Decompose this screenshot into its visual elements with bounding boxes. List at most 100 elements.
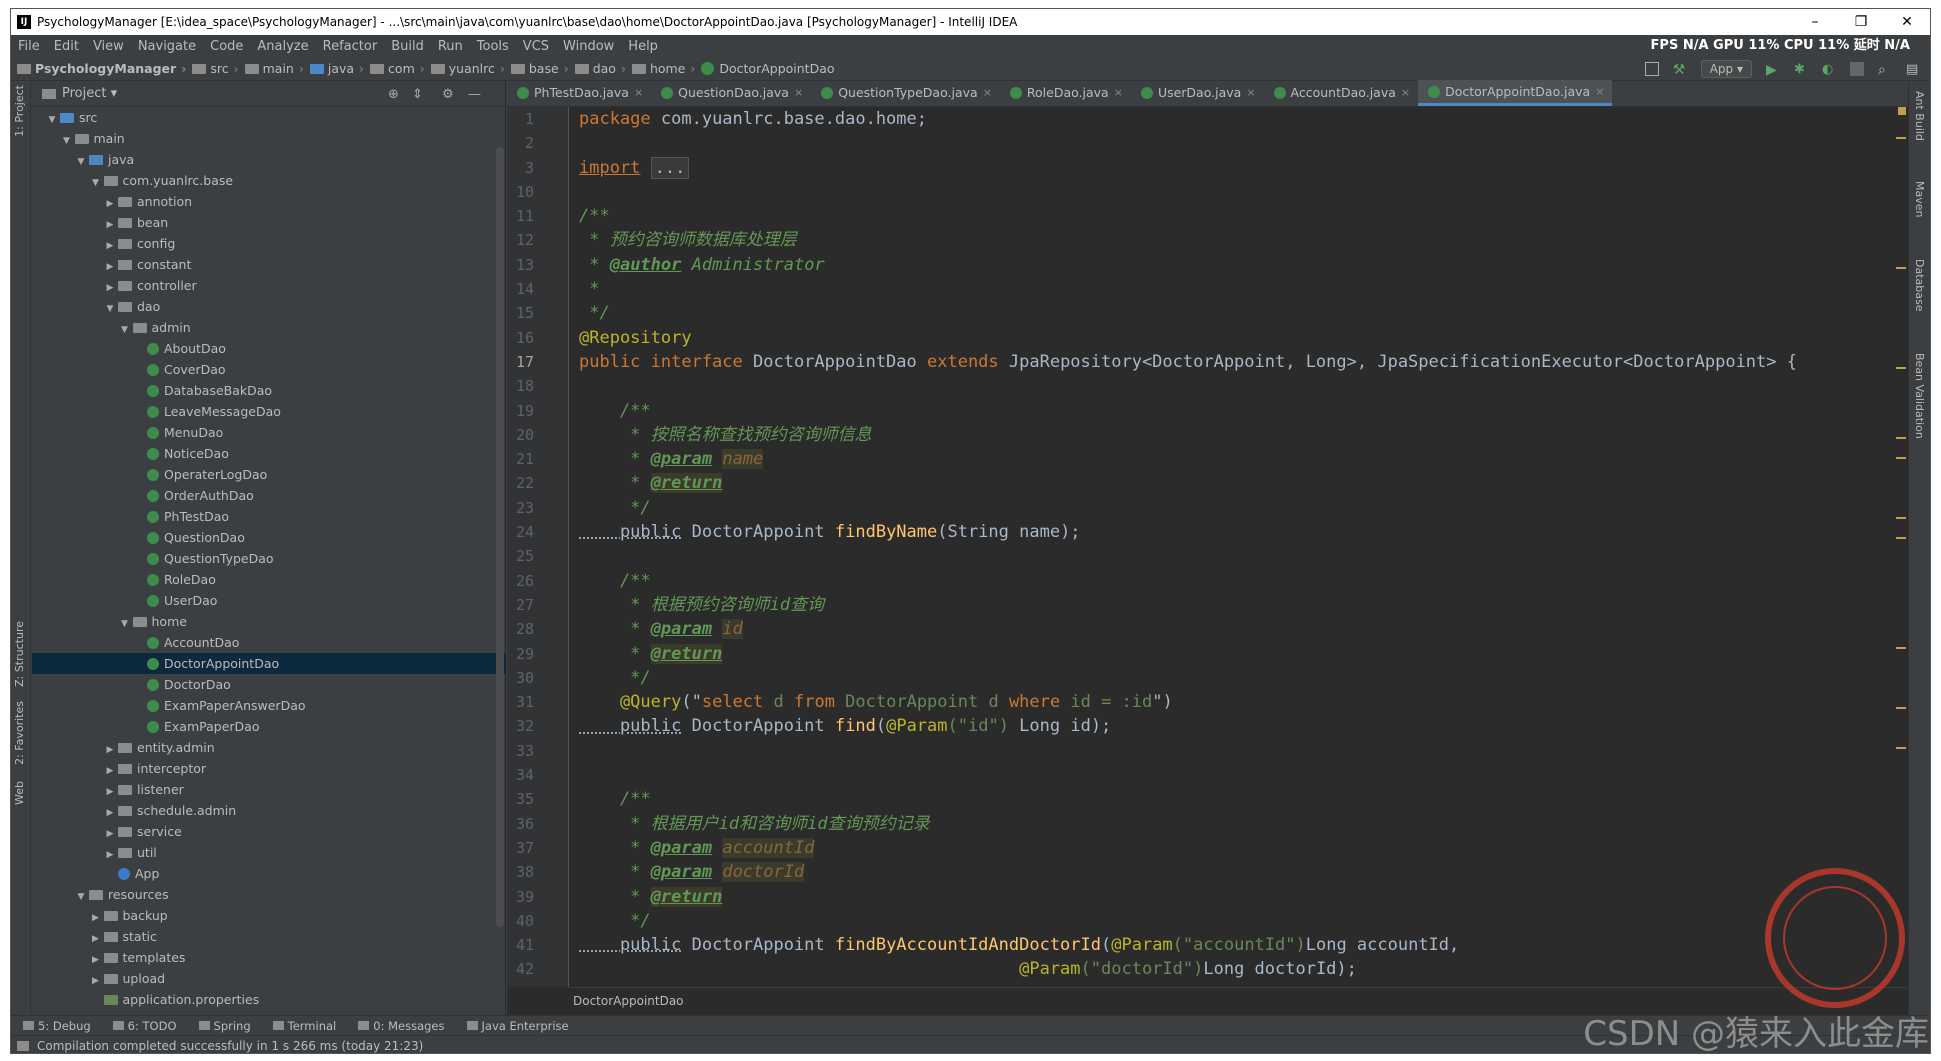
gear-icon[interactable]: ⚙ bbox=[442, 87, 454, 102]
tree-item[interactable]: ▶ entity.admin bbox=[32, 737, 506, 758]
crumb-yuanlrc[interactable]: yuanlrc › bbox=[428, 61, 508, 76]
editor-tab[interactable]: UserDao.java × bbox=[1131, 80, 1264, 106]
tool-window-button[interactable]: Spring bbox=[187, 1019, 261, 1033]
locate-icon[interactable]: ⊕ bbox=[388, 87, 399, 102]
stop-icon[interactable] bbox=[1850, 62, 1864, 76]
tree-item[interactable]: ▶ listener bbox=[32, 779, 506, 800]
tool-window-button[interactable]: 5: Debug bbox=[11, 1019, 101, 1033]
menu-refactor[interactable]: Refactor bbox=[316, 39, 385, 54]
tree-item[interactable]: App bbox=[32, 863, 506, 884]
tree-item[interactable]: ▼ java bbox=[32, 149, 506, 170]
run-config-select[interactable]: App ▾ bbox=[1700, 60, 1752, 78]
close-tab-icon[interactable]: × bbox=[1595, 79, 1604, 105]
collapse-icon[interactable]: ⇕ bbox=[412, 87, 423, 102]
tab-favorites[interactable]: 2: Favorites bbox=[13, 701, 26, 765]
crumb-file[interactable]: DoctorAppointDao bbox=[698, 61, 837, 76]
project-structure-icon[interactable] bbox=[1644, 62, 1659, 76]
menu-help[interactable]: Help bbox=[621, 39, 665, 54]
crumb-main[interactable]: main › bbox=[242, 61, 307, 76]
tree-item[interactable]: ▶ util bbox=[32, 842, 506, 863]
menu-vcs[interactable]: VCS bbox=[516, 39, 556, 54]
tree-item[interactable]: QuestionDao bbox=[32, 527, 506, 548]
tab-database[interactable]: Database bbox=[1913, 259, 1926, 312]
tab-structure[interactable]: Z: Structure bbox=[13, 621, 26, 687]
search-icon[interactable]: ⌕ bbox=[1878, 62, 1892, 78]
menu-edit[interactable]: Edit bbox=[47, 39, 86, 54]
tab-ant-build[interactable]: Ant Build bbox=[1913, 91, 1926, 141]
tree-item[interactable]: DoctorDao bbox=[32, 674, 506, 695]
close-button[interactable]: ✕ bbox=[1884, 9, 1930, 35]
editor-tab[interactable]: AccountDao.java × bbox=[1264, 80, 1419, 106]
tool-window-button[interactable]: Java Enterprise bbox=[455, 1019, 579, 1033]
tree-item[interactable]: OperaterLogDao bbox=[32, 464, 506, 485]
crumb-java[interactable]: java › bbox=[307, 61, 367, 76]
menu-run[interactable]: Run bbox=[431, 39, 470, 54]
tab-web[interactable]: Web bbox=[13, 781, 26, 805]
tree-item[interactable]: ▶ bean bbox=[32, 212, 506, 233]
crumb-home[interactable]: home › bbox=[629, 61, 698, 76]
tree-item[interactable]: UserDao bbox=[32, 590, 506, 611]
tool-window-button[interactable]: Terminal bbox=[261, 1019, 347, 1033]
close-tab-icon[interactable]: × bbox=[1401, 80, 1410, 106]
menu-file[interactable]: File bbox=[11, 39, 47, 54]
tree-item[interactable]: OrderAuthDao bbox=[32, 485, 506, 506]
close-tab-icon[interactable]: × bbox=[794, 80, 803, 106]
tool-window-button[interactable]: 0: Messages bbox=[346, 1019, 454, 1033]
close-tab-icon[interactable]: × bbox=[983, 80, 992, 106]
tree-item[interactable]: ▼ resources bbox=[32, 884, 506, 905]
tree-scrollbar[interactable] bbox=[496, 147, 504, 927]
crumb-com[interactable]: com › bbox=[367, 61, 428, 76]
tab-bean-validation[interactable]: Bean Validation bbox=[1913, 353, 1926, 439]
run-icon[interactable]: ▶ bbox=[1766, 62, 1780, 78]
project-view-select[interactable]: Project ▾ bbox=[62, 86, 117, 101]
tree-item[interactable]: ExamPaperAnswerDao bbox=[32, 695, 506, 716]
status-icon[interactable] bbox=[17, 1041, 29, 1051]
coverage-icon[interactable]: ◐ bbox=[1822, 62, 1836, 77]
tree-item[interactable]: ▼ home bbox=[32, 611, 506, 632]
tree-item[interactable]: MenuDao bbox=[32, 422, 506, 443]
menu-analyze[interactable]: Analyze bbox=[250, 39, 315, 54]
tab-maven[interactable]: Maven bbox=[1913, 181, 1926, 217]
menu-window[interactable]: Window bbox=[556, 39, 621, 54]
tree-item[interactable]: application.properties bbox=[32, 989, 506, 1010]
tree-item[interactable]: DoctorAppointDao bbox=[32, 653, 506, 674]
tree-item[interactable]: ▶ static bbox=[32, 926, 506, 947]
crumb-project[interactable]: PsychologyManager › bbox=[11, 61, 189, 76]
restore-button[interactable]: ❐ bbox=[1838, 9, 1884, 35]
menu-code[interactable]: Code bbox=[203, 39, 250, 54]
code-area[interactable]: package com.yuanlrc.base.dao.home; impor… bbox=[579, 107, 1899, 987]
folded-imports[interactable]: ... bbox=[650, 156, 690, 179]
editor-tab[interactable]: QuestionTypeDao.java × bbox=[811, 80, 1000, 106]
menu-tools[interactable]: Tools bbox=[470, 39, 516, 54]
settings-icon[interactable]: ▤ bbox=[1906, 62, 1920, 77]
menu-view[interactable]: View bbox=[86, 39, 131, 54]
tree-item[interactable]: RoleDao bbox=[32, 569, 506, 590]
tree-item[interactable]: ▶ controller bbox=[32, 275, 506, 296]
debug-icon[interactable]: ✱ bbox=[1794, 62, 1808, 77]
tree-item[interactable]: ▼ main bbox=[32, 128, 506, 149]
close-tab-icon[interactable]: × bbox=[1246, 80, 1255, 106]
tree-item[interactable]: ▼ dao bbox=[32, 296, 506, 317]
crumb-dao[interactable]: dao › bbox=[572, 61, 629, 76]
tree-item[interactable]: ▼ com.yuanlrc.base bbox=[32, 170, 506, 191]
tree-item[interactable]: PhTestDao bbox=[32, 506, 506, 527]
tree-item[interactable]: QuestionTypeDao bbox=[32, 548, 506, 569]
minimize-button[interactable]: – bbox=[1792, 9, 1838, 35]
tree-item[interactable]: ▶ constant bbox=[32, 254, 506, 275]
editor-tab[interactable]: PhTestDao.java × bbox=[507, 80, 651, 106]
error-stripe[interactable] bbox=[1896, 107, 1906, 987]
build-hammer-icon[interactable]: ⚒ bbox=[1673, 62, 1687, 78]
tree-item[interactable]: ▶ interceptor bbox=[32, 758, 506, 779]
tree-item[interactable]: ▶ backup bbox=[32, 905, 506, 926]
tree-item[interactable]: ▶ config bbox=[32, 233, 506, 254]
tab-project[interactable]: 1: Project bbox=[13, 85, 26, 137]
tree-item[interactable]: NoticeDao bbox=[32, 443, 506, 464]
editor-tab[interactable]: QuestionDao.java × bbox=[651, 80, 811, 106]
tree-item[interactable]: LeaveMessageDao bbox=[32, 401, 506, 422]
tree-item[interactable]: ExamPaperDao bbox=[32, 716, 506, 737]
close-tab-icon[interactable]: × bbox=[1114, 80, 1123, 106]
tree-item[interactable]: CoverDao bbox=[32, 359, 506, 380]
tree-item[interactable]: ▶ upload bbox=[32, 968, 506, 989]
tree-item[interactable]: AboutDao bbox=[32, 338, 506, 359]
tree-item[interactable]: ▶ service bbox=[32, 821, 506, 842]
